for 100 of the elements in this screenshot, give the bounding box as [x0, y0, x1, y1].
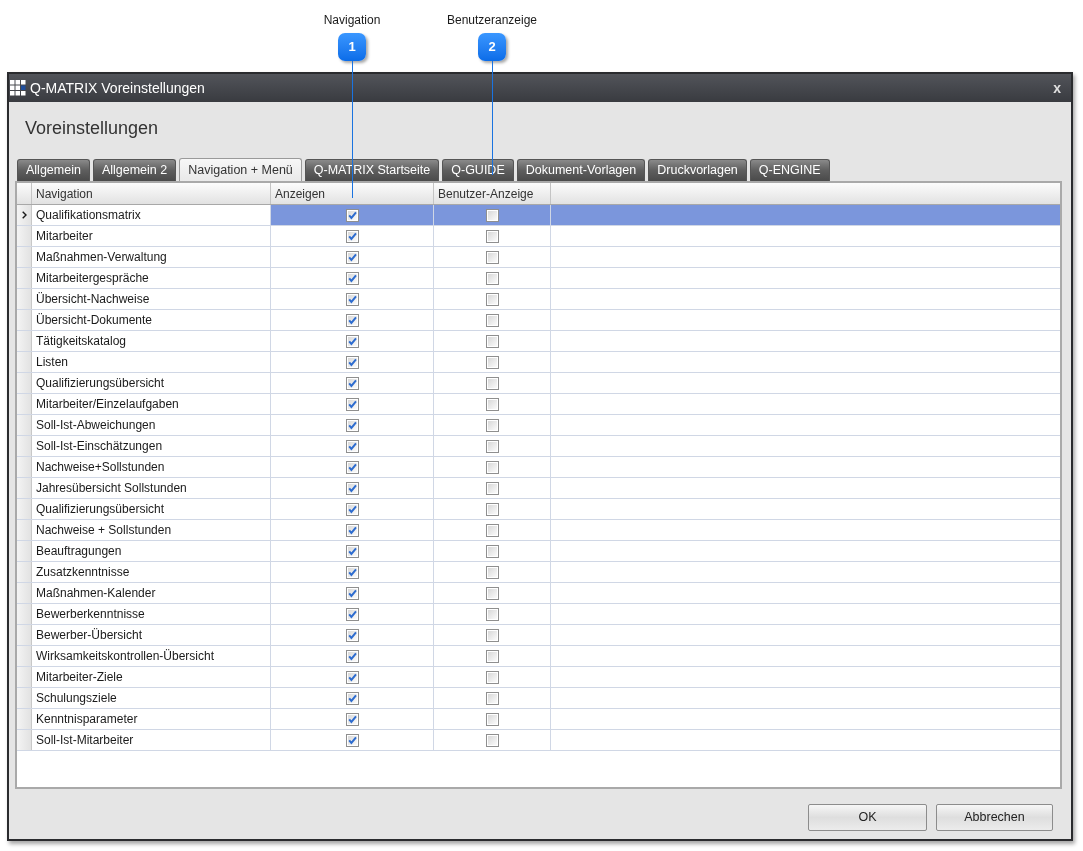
checkbox[interactable]: [485, 460, 499, 474]
checkbox[interactable]: [345, 481, 359, 495]
checkbox[interactable]: [345, 712, 359, 726]
checkbox[interactable]: [485, 628, 499, 642]
table-row[interactable]: Mitarbeitergespräche: [17, 268, 1060, 289]
table-cell-text: Wirksamkeitskontrollen-Übersicht: [36, 648, 215, 665]
table-row[interactable]: Übersicht-Nachweise: [17, 289, 1060, 310]
checkbox[interactable]: [485, 229, 499, 243]
checkbox[interactable]: [485, 544, 499, 558]
checkbox[interactable]: [345, 208, 359, 222]
checkbox[interactable]: [485, 292, 499, 306]
checkbox[interactable]: [485, 586, 499, 600]
checkbox[interactable]: [485, 607, 499, 621]
checkbox[interactable]: [345, 271, 359, 285]
checkbox[interactable]: [345, 586, 359, 600]
checkbox[interactable]: [345, 229, 359, 243]
checkbox[interactable]: [485, 733, 499, 747]
checkbox[interactable]: [485, 691, 499, 705]
table-row[interactable]: Jahresübersicht Sollstunden: [17, 478, 1060, 499]
checkbox[interactable]: [345, 397, 359, 411]
checkbox[interactable]: [345, 649, 359, 663]
checkbox[interactable]: [485, 670, 499, 684]
table-cell-text: Schulungsziele: [36, 690, 117, 707]
table-row[interactable]: Mitarbeiter/Einzelaufgaben: [17, 394, 1060, 415]
table-row[interactable]: Listen: [17, 352, 1060, 373]
checkbox[interactable]: [345, 523, 359, 537]
table-row[interactable]: Kenntnisparameter: [17, 709, 1060, 730]
table-row[interactable]: Soll-Ist-Einschätzungen: [17, 436, 1060, 457]
checkbox[interactable]: [345, 355, 359, 369]
checkbox[interactable]: [485, 418, 499, 432]
tab[interactable]: Dokument-Vorlagen: [516, 159, 646, 181]
checkbox[interactable]: [485, 355, 499, 369]
checkbox[interactable]: [345, 439, 359, 453]
checkbox[interactable]: [345, 691, 359, 705]
column-header[interactable]: Navigation: [36, 184, 93, 203]
tab[interactable]: Q-ENGINE: [749, 159, 830, 181]
checkbox[interactable]: [345, 313, 359, 327]
tab[interactable]: Navigation + Menü: [179, 158, 302, 181]
checkbox[interactable]: [345, 628, 359, 642]
table-cell-text: Bewerberkenntnisse: [36, 606, 145, 623]
checkbox[interactable]: [345, 733, 359, 747]
table-cell-text: Übersicht-Nachweise: [36, 291, 150, 308]
column-header[interactable]: Anzeigen: [275, 184, 326, 203]
table-row[interactable]: Schulungsziele: [17, 688, 1060, 709]
table-row[interactable]: Mitarbeiter-Ziele: [17, 667, 1060, 688]
checkbox[interactable]: [345, 292, 359, 306]
table-row[interactable]: Maßnahmen-Verwaltung: [17, 247, 1060, 268]
checkbox[interactable]: [485, 712, 499, 726]
table-row[interactable]: Tätigkeitskatalog: [17, 331, 1060, 352]
table-row[interactable]: Beauftragungen: [17, 541, 1060, 562]
close-button[interactable]: x: [1051, 81, 1063, 95]
table-row[interactable]: Qualifizierungsübersicht: [17, 499, 1060, 520]
table-cell-text: Maßnahmen-Kalender: [36, 585, 156, 602]
checkbox[interactable]: [345, 544, 359, 558]
checkbox[interactable]: [485, 334, 499, 348]
table-row[interactable]: Übersicht-Dokumente: [17, 310, 1060, 331]
checkbox[interactable]: [345, 565, 359, 579]
tab[interactable]: Allgemein: [17, 159, 90, 181]
checkbox[interactable]: [485, 208, 499, 222]
callout-marker: 1: [338, 33, 366, 61]
checkbox[interactable]: [485, 250, 499, 264]
checkbox[interactable]: [485, 565, 499, 579]
checkbox[interactable]: [345, 418, 359, 432]
checkbox[interactable]: [485, 502, 499, 516]
column-header[interactable]: Benutzer-Anzeige: [438, 184, 534, 203]
table-row[interactable]: Mitarbeiter: [17, 226, 1060, 247]
checkbox[interactable]: [485, 523, 499, 537]
checkbox[interactable]: [485, 649, 499, 663]
checkbox[interactable]: [485, 397, 499, 411]
table-cell-text: Zusatzkenntnisse: [36, 564, 130, 581]
table-row[interactable]: Nachweise + Sollstunden: [17, 520, 1060, 541]
checkbox[interactable]: [485, 376, 499, 390]
cancel-button[interactable]: Abbrechen: [936, 804, 1053, 831]
table-row[interactable]: Nachweise+Sollstunden: [17, 457, 1060, 478]
checkbox[interactable]: [485, 439, 499, 453]
table-row[interactable]: Wirksamkeitskontrollen-Übersicht: [17, 646, 1060, 667]
tab[interactable]: Allgemein 2: [92, 159, 177, 181]
checkbox[interactable]: [345, 607, 359, 621]
app-grid-icon: [10, 80, 26, 96]
table-row[interactable]: Qualifizierungsübersicht: [17, 373, 1060, 394]
checkbox[interactable]: [345, 376, 359, 390]
table-row[interactable]: Bewerber-Übersicht: [17, 625, 1060, 646]
checkbox[interactable]: [345, 670, 359, 684]
checkbox[interactable]: [345, 502, 359, 516]
table-row[interactable]: Qualifikationsmatrix: [17, 205, 1060, 226]
row-selector[interactable]: [17, 205, 32, 225]
checkbox[interactable]: [345, 250, 359, 264]
checkbox[interactable]: [485, 481, 499, 495]
table-row[interactable]: Zusatzkenntnisse: [17, 562, 1060, 583]
checkbox[interactable]: [345, 460, 359, 474]
checkbox[interactable]: [485, 313, 499, 327]
ok-button[interactable]: OK: [808, 804, 927, 831]
checkbox[interactable]: [485, 271, 499, 285]
table-row[interactable]: Maßnahmen-Kalender: [17, 583, 1060, 604]
table-row[interactable]: Bewerberkenntnisse: [17, 604, 1060, 625]
tab[interactable]: Druckvorlagen: [648, 159, 747, 181]
table-row[interactable]: Soll-Ist-Abweichungen: [17, 415, 1060, 436]
checkbox[interactable]: [345, 334, 359, 348]
annotation-label: Navigation: [323, 12, 381, 28]
table-row[interactable]: Soll-Ist-Mitarbeiter: [17, 730, 1060, 751]
